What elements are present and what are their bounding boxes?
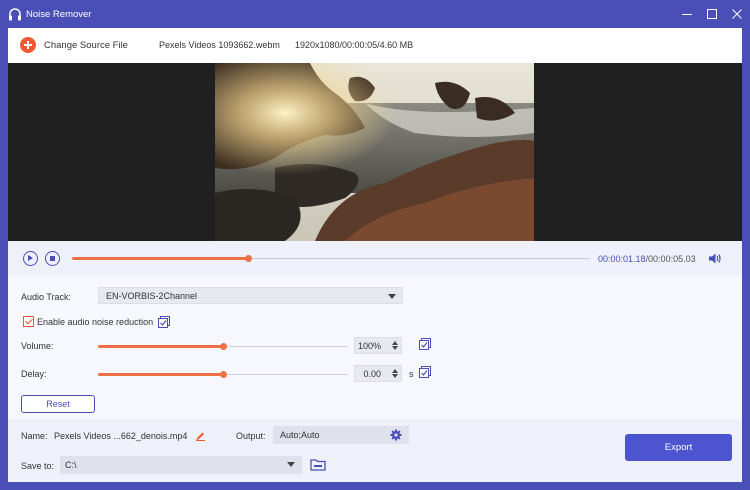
seek-bar[interactable] xyxy=(72,255,590,262)
folder-icon[interactable] xyxy=(310,458,326,471)
close-icon[interactable] xyxy=(729,6,745,22)
export-button[interactable]: Export xyxy=(625,434,732,461)
volume-icon[interactable] xyxy=(708,252,722,265)
video-frame xyxy=(215,63,534,241)
output-filename: Pexels Videos ...662_denois.mp4 xyxy=(54,431,188,441)
headphones-icon xyxy=(9,8,21,21)
reset-button[interactable]: Reset xyxy=(21,395,95,413)
change-source-button[interactable]: Change Source File xyxy=(44,40,128,51)
save-to-select[interactable]: C:\ xyxy=(60,456,302,474)
delay-value: 0.00 xyxy=(363,369,381,379)
apply-all-icon[interactable] xyxy=(419,366,431,378)
volume-slider-fill xyxy=(98,345,223,348)
volume-slider[interactable] xyxy=(98,343,348,350)
edit-icon[interactable] xyxy=(195,430,206,441)
stop-button[interactable] xyxy=(45,251,60,266)
source-fileinfo: 1920x1080/00:00:05/4.60 MB xyxy=(295,40,414,50)
maximize-icon[interactable] xyxy=(704,6,720,22)
total-time: /00:00:05.03 xyxy=(645,254,696,264)
source-bar: Change Source File Pexels Videos 1093662… xyxy=(8,28,742,63)
current-time: 00:00:01.18 xyxy=(598,254,646,264)
audio-track-value: EN-VORBIS-2Channel xyxy=(106,291,198,301)
source-filename: Pexels Videos 1093662.webm xyxy=(159,40,280,50)
main-window: Change Source File Pexels Videos 1093662… xyxy=(8,28,742,482)
window-title: Noise Remover xyxy=(26,9,92,20)
output-label: Output: xyxy=(236,431,266,441)
volume-input[interactable]: 100% xyxy=(354,337,402,354)
seek-progress xyxy=(72,257,249,260)
volume-value: 100% xyxy=(357,341,381,351)
delay-label: Delay: xyxy=(21,369,47,379)
time-display: 00:00:01.18/00:00:05.03 xyxy=(598,254,696,264)
video-preview xyxy=(8,63,742,241)
play-button[interactable] xyxy=(23,251,38,266)
output-format-field[interactable]: Auto;Auto xyxy=(273,426,409,444)
name-label: Name: xyxy=(21,431,48,441)
delay-slider[interactable] xyxy=(98,371,348,378)
chevron-down-icon xyxy=(388,294,396,299)
noise-reduction-label: Enable audio noise reduction xyxy=(37,317,154,327)
audio-settings: Audio Track: EN-VORBIS-2Channel Enable a… xyxy=(8,276,742,419)
seek-handle[interactable] xyxy=(245,255,253,262)
noise-reduction-checkbox[interactable] xyxy=(23,316,34,327)
audio-track-label: Audio Track: xyxy=(21,292,72,302)
volume-decrease-icon[interactable] xyxy=(392,346,398,350)
delay-slider-handle[interactable] xyxy=(220,371,227,378)
apply-all-icon[interactable] xyxy=(419,338,431,350)
add-source-button[interactable] xyxy=(20,37,36,53)
gear-icon[interactable] xyxy=(390,429,402,441)
audio-track-select[interactable]: EN-VORBIS-2Channel xyxy=(98,287,403,304)
delay-input[interactable]: 0.00 xyxy=(354,365,402,382)
playback-controls: 00:00:01.18/00:00:05.03 xyxy=(8,241,742,276)
volume-slider-handle[interactable] xyxy=(220,343,227,350)
title-bar: Noise Remover xyxy=(0,0,750,28)
minimize-icon[interactable] xyxy=(679,6,695,22)
save-to-label: Save to: xyxy=(21,461,55,471)
volume-increase-icon[interactable] xyxy=(392,341,398,345)
apply-all-icon[interactable] xyxy=(158,316,170,328)
save-to-value: C:\ xyxy=(65,460,77,470)
delay-slider-fill xyxy=(98,373,223,376)
delay-unit: s xyxy=(409,369,414,379)
delay-increase-icon[interactable] xyxy=(392,369,398,373)
chevron-down-icon xyxy=(287,462,295,467)
delay-decrease-icon[interactable] xyxy=(392,374,398,378)
volume-label: Volume: xyxy=(21,341,54,351)
output-bar: Name: Pexels Videos ...662_denois.mp4 Ou… xyxy=(8,419,742,482)
output-format-value: Auto;Auto xyxy=(280,430,320,440)
